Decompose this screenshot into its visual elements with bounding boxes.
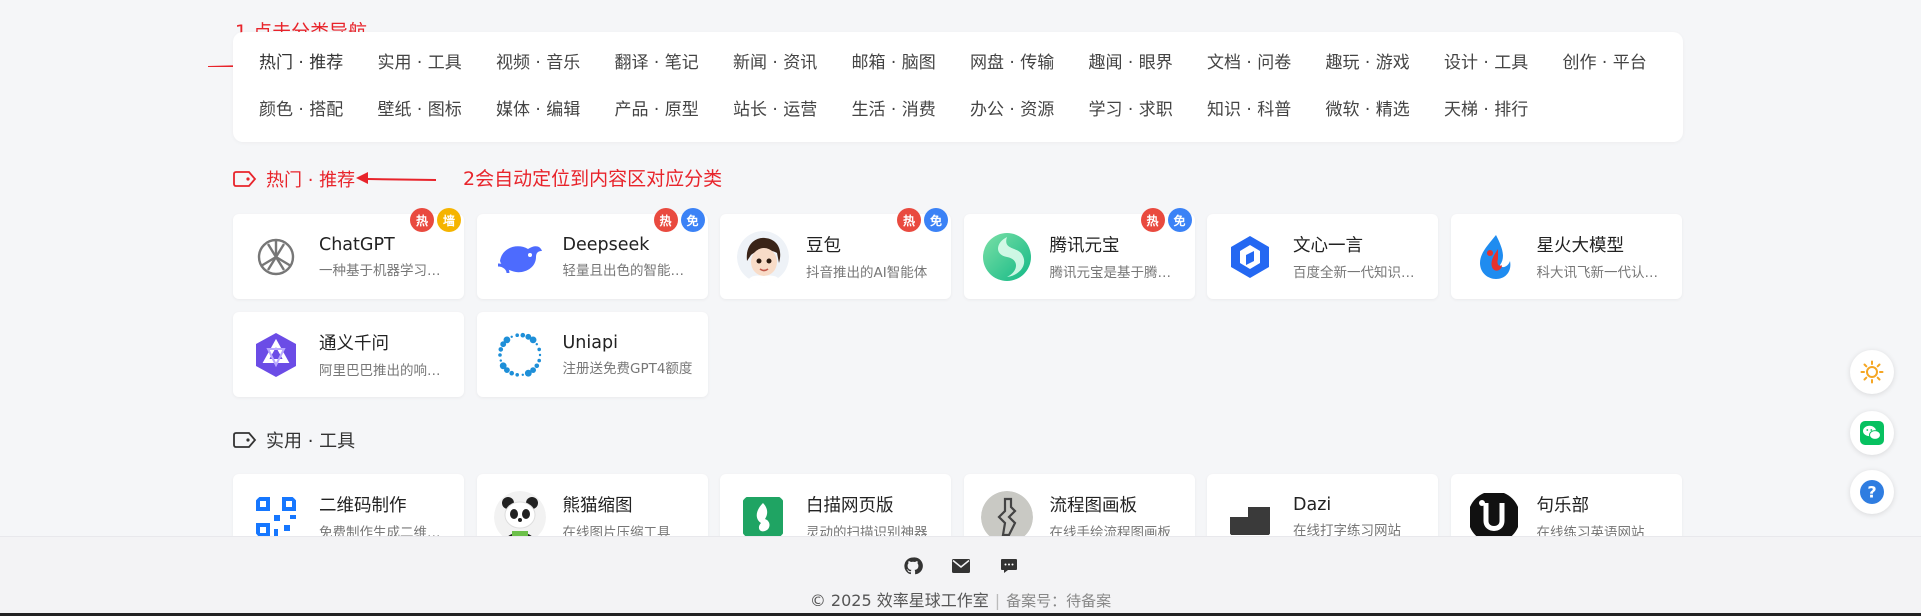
- card-title: 句乐部: [1536, 496, 1590, 516]
- card-title: ChatGPT: [319, 234, 395, 255]
- nav-item[interactable]: 媒体 · 编辑: [496, 87, 615, 134]
- nav-item[interactable]: 产品 · 原型: [615, 87, 734, 134]
- site-logo-icon: [737, 230, 789, 283]
- site-logo-icon: [250, 490, 302, 543]
- card-badge: 热: [653, 208, 678, 232]
- nav-item[interactable]: 趣闻 · 眼界: [1089, 40, 1208, 87]
- card-title: 通义千问: [319, 334, 389, 354]
- card-description: 轻量且出色的智能对话模型: [562, 262, 696, 279]
- card-description: 一种基于机器学习的自然语言处理工具: [319, 262, 452, 279]
- site-logo-icon: [980, 490, 1033, 543]
- tool-card[interactable]: 通义千问阿里巴巴推出的响应式大模型: [233, 312, 464, 397]
- tool-card[interactable]: 星火大模型科大讯飞新一代认知智能大模型: [1450, 214, 1682, 299]
- nav-item[interactable]: 设计 · 工具: [1444, 40, 1563, 87]
- tool-card[interactable]: Deepseek 轻量且出色的智能对话模型 热免: [476, 208, 708, 299]
- tool-card[interactable]: 豆包抖音推出的AI智能体 热免: [720, 208, 951, 299]
- nav-item[interactable]: 生活 · 消费: [852, 87, 971, 134]
- site-logo-icon: [250, 329, 302, 381]
- tool-card[interactable]: ChatGPT 一种基于机器学习的自然语言处理工具 热墙: [233, 208, 464, 299]
- card-title: Dazi: [1293, 494, 1332, 515]
- card-badge: 免: [924, 208, 948, 232]
- tool-card[interactable]: 文心一言百度全新一代知识增强大语言模型: [1207, 214, 1438, 299]
- card-title: 星火大模型: [1536, 236, 1625, 256]
- help-button[interactable]: ?: [1850, 470, 1894, 514]
- sun-icon: [1860, 360, 1884, 384]
- tag-icon: [233, 171, 257, 187]
- card-title: Deepseek: [562, 234, 650, 255]
- tool-card[interactable]: Uniapi 注册送免费GPT4额度: [476, 312, 708, 397]
- mail-icon[interactable]: [950, 555, 972, 577]
- nav-item[interactable]: 翻译 · 笔记: [615, 40, 734, 87]
- card-title: 熊猫缩图: [562, 496, 633, 516]
- nav-item[interactable]: 网盘 · 传输: [970, 40, 1089, 87]
- theme-toggle-button[interactable]: [1850, 350, 1894, 394]
- nav-item[interactable]: 创作 · 平台: [1563, 40, 1682, 87]
- card-badge: 热: [1140, 208, 1165, 232]
- nav-item[interactable]: 学习 · 求职: [1089, 87, 1208, 134]
- card-badge: 热: [897, 208, 921, 232]
- nav-item[interactable]: 站长 · 运营: [733, 87, 852, 134]
- section-title-tools-label: 实用 · 工具: [266, 431, 356, 452]
- nav-item[interactable]: 知识 · 科普: [1207, 87, 1326, 134]
- site-logo-icon: [493, 490, 546, 543]
- nav-item[interactable]: 邮箱 · 脑图: [852, 40, 971, 87]
- github-icon[interactable]: [902, 555, 924, 577]
- nav-item[interactable]: 趣玩 · 游戏: [1326, 40, 1445, 87]
- card-title: Uniapi: [562, 332, 618, 353]
- nav-item[interactable]: 热门 · 推荐: [259, 40, 378, 87]
- card-description: 抖音推出的AI智能体: [806, 265, 928, 281]
- chat-icon[interactable]: [998, 555, 1020, 577]
- hot-card-grid: ChatGPT一种基于机器学习的自然语言处理工具热墙Deepseek轻量且出色的…: [233, 208, 1682, 397]
- card-badge: 墙: [437, 208, 461, 232]
- card-title: 流程图画板: [1049, 496, 1138, 516]
- card-title: 豆包: [806, 236, 841, 256]
- tag-icon: [233, 432, 257, 448]
- nav-item[interactable]: 壁纸 · 图标: [378, 87, 497, 134]
- site-logo-icon: [494, 231, 546, 283]
- wechat-button[interactable]: [1850, 411, 1894, 455]
- site-logo-icon: [494, 329, 546, 381]
- card-badge: 热: [410, 208, 434, 232]
- card-title: 文心一言: [1293, 236, 1363, 256]
- category-nav: 热门 · 推荐 实用 · 工具 视频 · 音乐 翻译 · 笔记 新闻 · 资讯 邮箱 · …: [233, 32, 1683, 142]
- section-title-hot-label: 热门 · 推荐: [266, 170, 356, 191]
- wechat-icon: [1860, 421, 1884, 445]
- site-logo-icon: [1224, 231, 1276, 283]
- icp-link[interactable]: 备案号：待备案: [1006, 592, 1111, 610]
- nav-item[interactable]: 文档 · 问卷: [1207, 40, 1326, 87]
- card-title: 白描网页版: [806, 496, 894, 516]
- card-badge: 免: [1167, 208, 1192, 232]
- site-logo-icon: [1468, 491, 1520, 543]
- card-description: 腾讯元宝是基于腾讯混元大模型: [1049, 265, 1183, 281]
- card-badge: 免: [680, 208, 705, 232]
- nav-item[interactable]: 新闻 · 资讯: [733, 40, 852, 87]
- tool-card[interactable]: 腾讯元宝腾讯元宝是基于腾讯混元大模型 热免: [963, 208, 1195, 299]
- site-logo-icon: [981, 231, 1033, 283]
- card-title: 二维码制作: [319, 496, 407, 516]
- nav-item[interactable]: 实用 · 工具: [378, 40, 497, 87]
- nav-item[interactable]: 办公 · 资源: [970, 87, 1089, 134]
- section-title-tools: 实用 · 工具: [233, 427, 355, 453]
- nav-item[interactable]: 微软 · 精选: [1326, 87, 1445, 134]
- card-description: 阿里巴巴推出的响应式大模型: [319, 363, 452, 379]
- site-logo-icon: [250, 231, 302, 283]
- site-logo-icon: [1468, 231, 1520, 283]
- site-logo-icon: [737, 491, 789, 543]
- card-description: 百度全新一代知识增强大语言模型: [1293, 265, 1426, 281]
- help-icon: ?: [1860, 480, 1884, 504]
- footer: © 2025 效率星球工作室 | 备案号：待备案: [0, 536, 1921, 616]
- card-description: 注册送免费GPT4额度: [562, 360, 693, 377]
- nav-item[interactable]: 天梯 · 排行: [1444, 87, 1563, 134]
- annotation-arrow-2: [356, 172, 436, 184]
- annotation-step2: 2会自动定位到内容区对应分类: [463, 168, 723, 190]
- nav-item[interactable]: 颜色 · 搭配: [259, 87, 378, 134]
- svg-text:?: ?: [1867, 483, 1876, 502]
- site-logo-icon: [1224, 490, 1276, 543]
- card-title: 腾讯元宝: [1049, 236, 1120, 256]
- card-description: 科大讯飞新一代认知智能大模型: [1536, 265, 1670, 281]
- nav-item[interactable]: 视频 · 音乐: [496, 40, 615, 87]
- footer-separator: |: [994, 591, 1001, 610]
- copyright-text: © 2025 效率星球工作室: [809, 591, 989, 610]
- section-title-hot: 热门 · 推荐: [233, 166, 355, 192]
